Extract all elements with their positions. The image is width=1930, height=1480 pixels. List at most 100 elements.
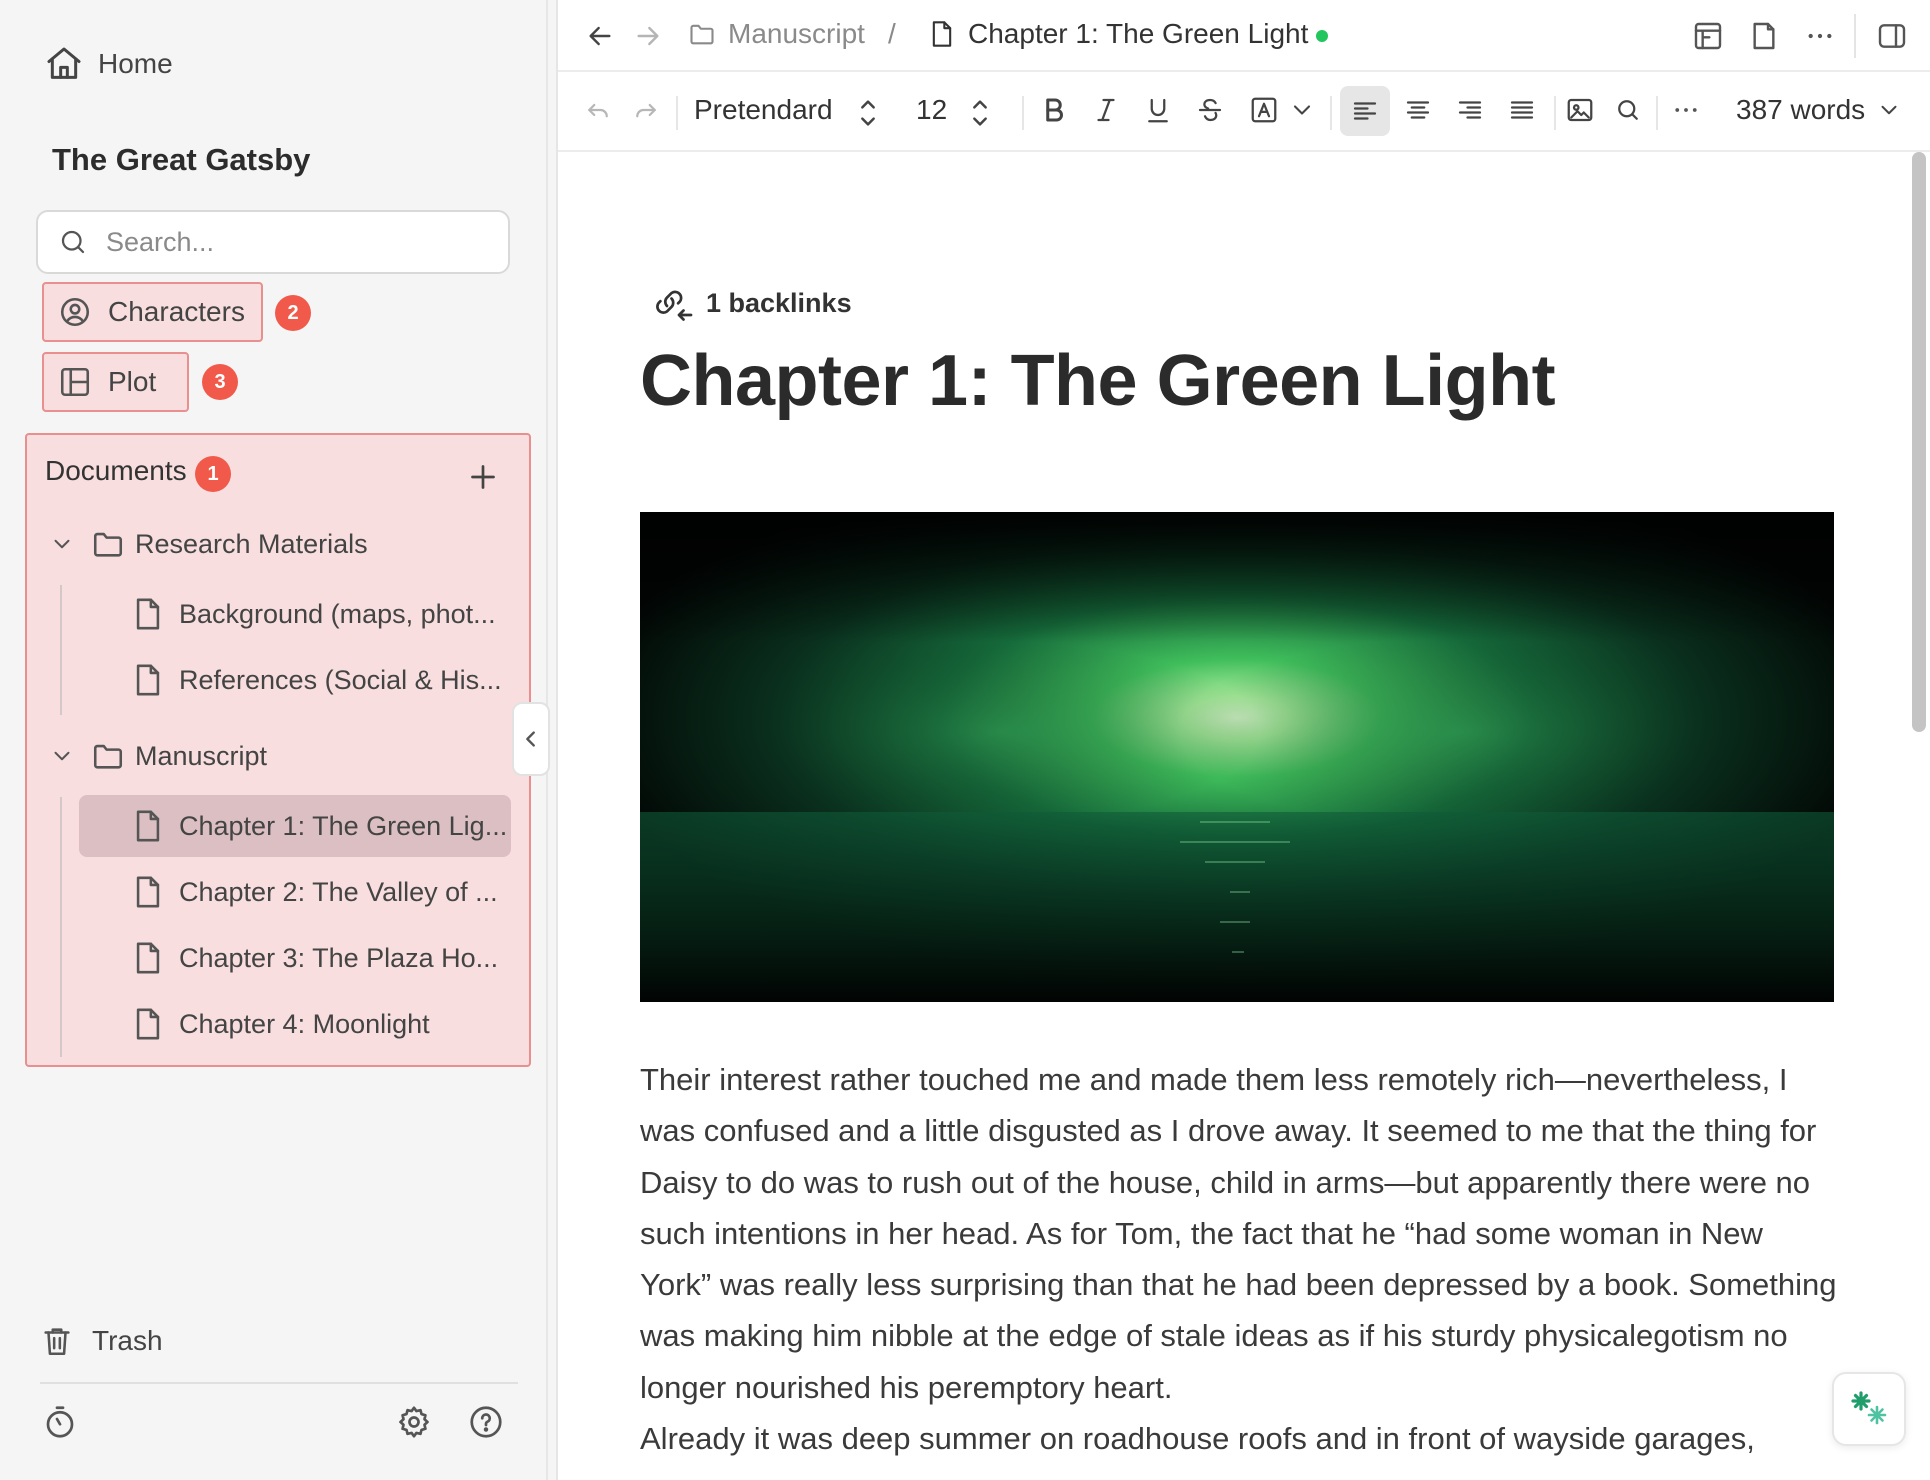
sidebar: Home The Great Gatsby Characters 2 Plot … bbox=[0, 0, 548, 1480]
folder-label: Research Materials bbox=[135, 528, 368, 559]
align-left-icon[interactable] bbox=[1340, 86, 1390, 136]
add-document-button[interactable] bbox=[465, 459, 501, 495]
gear-icon[interactable] bbox=[396, 1404, 432, 1440]
file-icon bbox=[133, 1007, 163, 1041]
backlinks-link[interactable]: 1 backlinks bbox=[652, 284, 852, 322]
user-circle-icon bbox=[58, 295, 92, 329]
divider bbox=[1022, 96, 1024, 130]
home-icon bbox=[44, 44, 84, 84]
divider bbox=[1656, 96, 1658, 130]
doc-item-label: Chapter 3: The Plaza Ho... bbox=[179, 942, 499, 973]
doc-item[interactable]: References (Social & His... bbox=[79, 649, 511, 711]
documents-badge: 1 bbox=[195, 456, 231, 492]
text-color-icon[interactable] bbox=[1246, 92, 1282, 128]
search-icon bbox=[58, 227, 88, 257]
document-title[interactable]: Chapter 1: The Green Light bbox=[640, 340, 1556, 422]
outline-icon[interactable] bbox=[1692, 20, 1724, 52]
trash-link[interactable]: Trash bbox=[40, 1322, 163, 1360]
doc-item[interactable]: Background (maps, phot... bbox=[79, 583, 511, 645]
chevron-down-icon[interactable] bbox=[49, 531, 75, 557]
folder-icon bbox=[91, 739, 125, 773]
chevron-down-icon[interactable] bbox=[1876, 92, 1902, 128]
doc-item-label: References (Social & His... bbox=[179, 664, 502, 695]
doc-item-label: Background (maps, phot... bbox=[179, 598, 496, 629]
paragraph[interactable]: Already it was deep summer on roadhouse … bbox=[640, 1413, 1840, 1464]
characters-label: Characters bbox=[108, 296, 245, 327]
folder-manuscript[interactable]: Manuscript bbox=[49, 739, 267, 773]
sidebar-divider bbox=[40, 1382, 518, 1384]
plot-button[interactable]: Plot bbox=[42, 352, 189, 412]
bold-icon[interactable] bbox=[1036, 92, 1072, 128]
timer-icon[interactable] bbox=[42, 1404, 78, 1440]
font-family-select[interactable]: Pretendard bbox=[694, 94, 833, 126]
paragraph[interactable]: Their interest rather touched me and mad… bbox=[640, 1054, 1840, 1413]
strikethrough-icon[interactable] bbox=[1192, 92, 1228, 128]
help-circle-icon[interactable] bbox=[468, 1404, 504, 1440]
file-icon bbox=[133, 809, 163, 843]
home-link[interactable]: Home bbox=[44, 44, 173, 84]
documents-header: Documents bbox=[45, 455, 187, 486]
layout-panel-icon bbox=[58, 365, 92, 399]
collapse-sidebar-button[interactable] bbox=[512, 702, 550, 776]
doc-item[interactable]: Chapter 2: The Valley of ... bbox=[79, 861, 511, 923]
doc-item-active[interactable]: Chapter 1: The Green Lig... bbox=[79, 795, 511, 857]
italic-icon[interactable] bbox=[1088, 92, 1124, 128]
saved-status-dot bbox=[1316, 30, 1328, 42]
format-toolbar: Pretendard 12 387 words bbox=[558, 74, 1930, 152]
folder-label: Manuscript bbox=[135, 740, 268, 771]
scrollbar-thumb[interactable] bbox=[1912, 152, 1926, 732]
folder-icon bbox=[91, 527, 125, 561]
forward-arrow-icon[interactable] bbox=[632, 20, 664, 52]
doc-item[interactable]: Chapter 4: Moonlight bbox=[79, 993, 511, 1055]
folder-icon bbox=[688, 20, 716, 48]
undo-icon[interactable] bbox=[580, 92, 616, 128]
search-input[interactable] bbox=[106, 226, 466, 258]
project-title: The Great Gatsby bbox=[52, 142, 311, 177]
trash-label: Trash bbox=[92, 1325, 163, 1356]
file-icon bbox=[133, 941, 163, 975]
image-icon[interactable] bbox=[1562, 92, 1598, 128]
characters-button[interactable]: Characters bbox=[42, 282, 263, 342]
word-count[interactable]: 387 words bbox=[1736, 94, 1865, 126]
search-icon[interactable] bbox=[1610, 92, 1646, 128]
doc-item[interactable]: Chapter 3: The Plaza Ho... bbox=[79, 927, 511, 989]
document-body[interactable]: Their interest rather touched me and mad… bbox=[640, 1054, 1840, 1464]
divider bbox=[1854, 14, 1856, 58]
more-horizontal-icon[interactable] bbox=[1668, 92, 1704, 128]
underline-icon[interactable] bbox=[1140, 92, 1176, 128]
ai-assistant-button[interactable] bbox=[1832, 1372, 1906, 1446]
divider bbox=[676, 96, 678, 130]
chevron-down-icon[interactable] bbox=[1288, 92, 1316, 128]
green-light-image[interactable] bbox=[640, 512, 1834, 1002]
tree-guide-line bbox=[60, 797, 62, 1057]
search-box[interactable] bbox=[36, 210, 510, 274]
page-icon[interactable] bbox=[1748, 20, 1780, 52]
doc-item-label: Chapter 1: The Green Lig... bbox=[179, 810, 508, 841]
sidebar-right-icon[interactable] bbox=[1876, 20, 1908, 52]
doc-item-label: Chapter 2: The Valley of ... bbox=[179, 876, 498, 907]
plot-label: Plot bbox=[108, 366, 157, 397]
align-center-icon[interactable] bbox=[1400, 92, 1436, 128]
align-right-icon[interactable] bbox=[1452, 92, 1488, 128]
trash-icon bbox=[40, 1322, 74, 1360]
chevron-up-down-icon[interactable] bbox=[856, 96, 880, 130]
font-size-select[interactable]: 12 bbox=[916, 94, 947, 126]
chevron-left-icon bbox=[520, 728, 542, 750]
breadcrumb-separator: / bbox=[888, 18, 896, 49]
back-arrow-icon[interactable] bbox=[584, 20, 616, 52]
folder-research-materials[interactable]: Research Materials bbox=[49, 527, 368, 561]
more-horizontal-icon[interactable] bbox=[1804, 20, 1836, 52]
sparkle-asterisk-icon bbox=[1845, 1385, 1893, 1433]
redo-icon[interactable] bbox=[628, 92, 664, 128]
chevron-down-icon[interactable] bbox=[49, 743, 75, 769]
breadcrumb-folder[interactable]: Manuscript bbox=[688, 18, 865, 50]
documents-panel: Documents 1 Research Materials Backgroun… bbox=[25, 433, 531, 1067]
file-icon bbox=[133, 663, 163, 697]
align-justify-icon[interactable] bbox=[1504, 92, 1540, 128]
divider bbox=[1554, 96, 1556, 130]
chevron-up-down-icon[interactable] bbox=[968, 96, 992, 130]
doc-item-label: Chapter 4: Moonlight bbox=[179, 1008, 430, 1039]
breadcrumb-doc[interactable]: Chapter 1: The Green Light bbox=[928, 18, 1308, 50]
plus-icon bbox=[465, 459, 501, 495]
top-bar: Manuscript / Chapter 1: The Green Light bbox=[558, 0, 1930, 72]
